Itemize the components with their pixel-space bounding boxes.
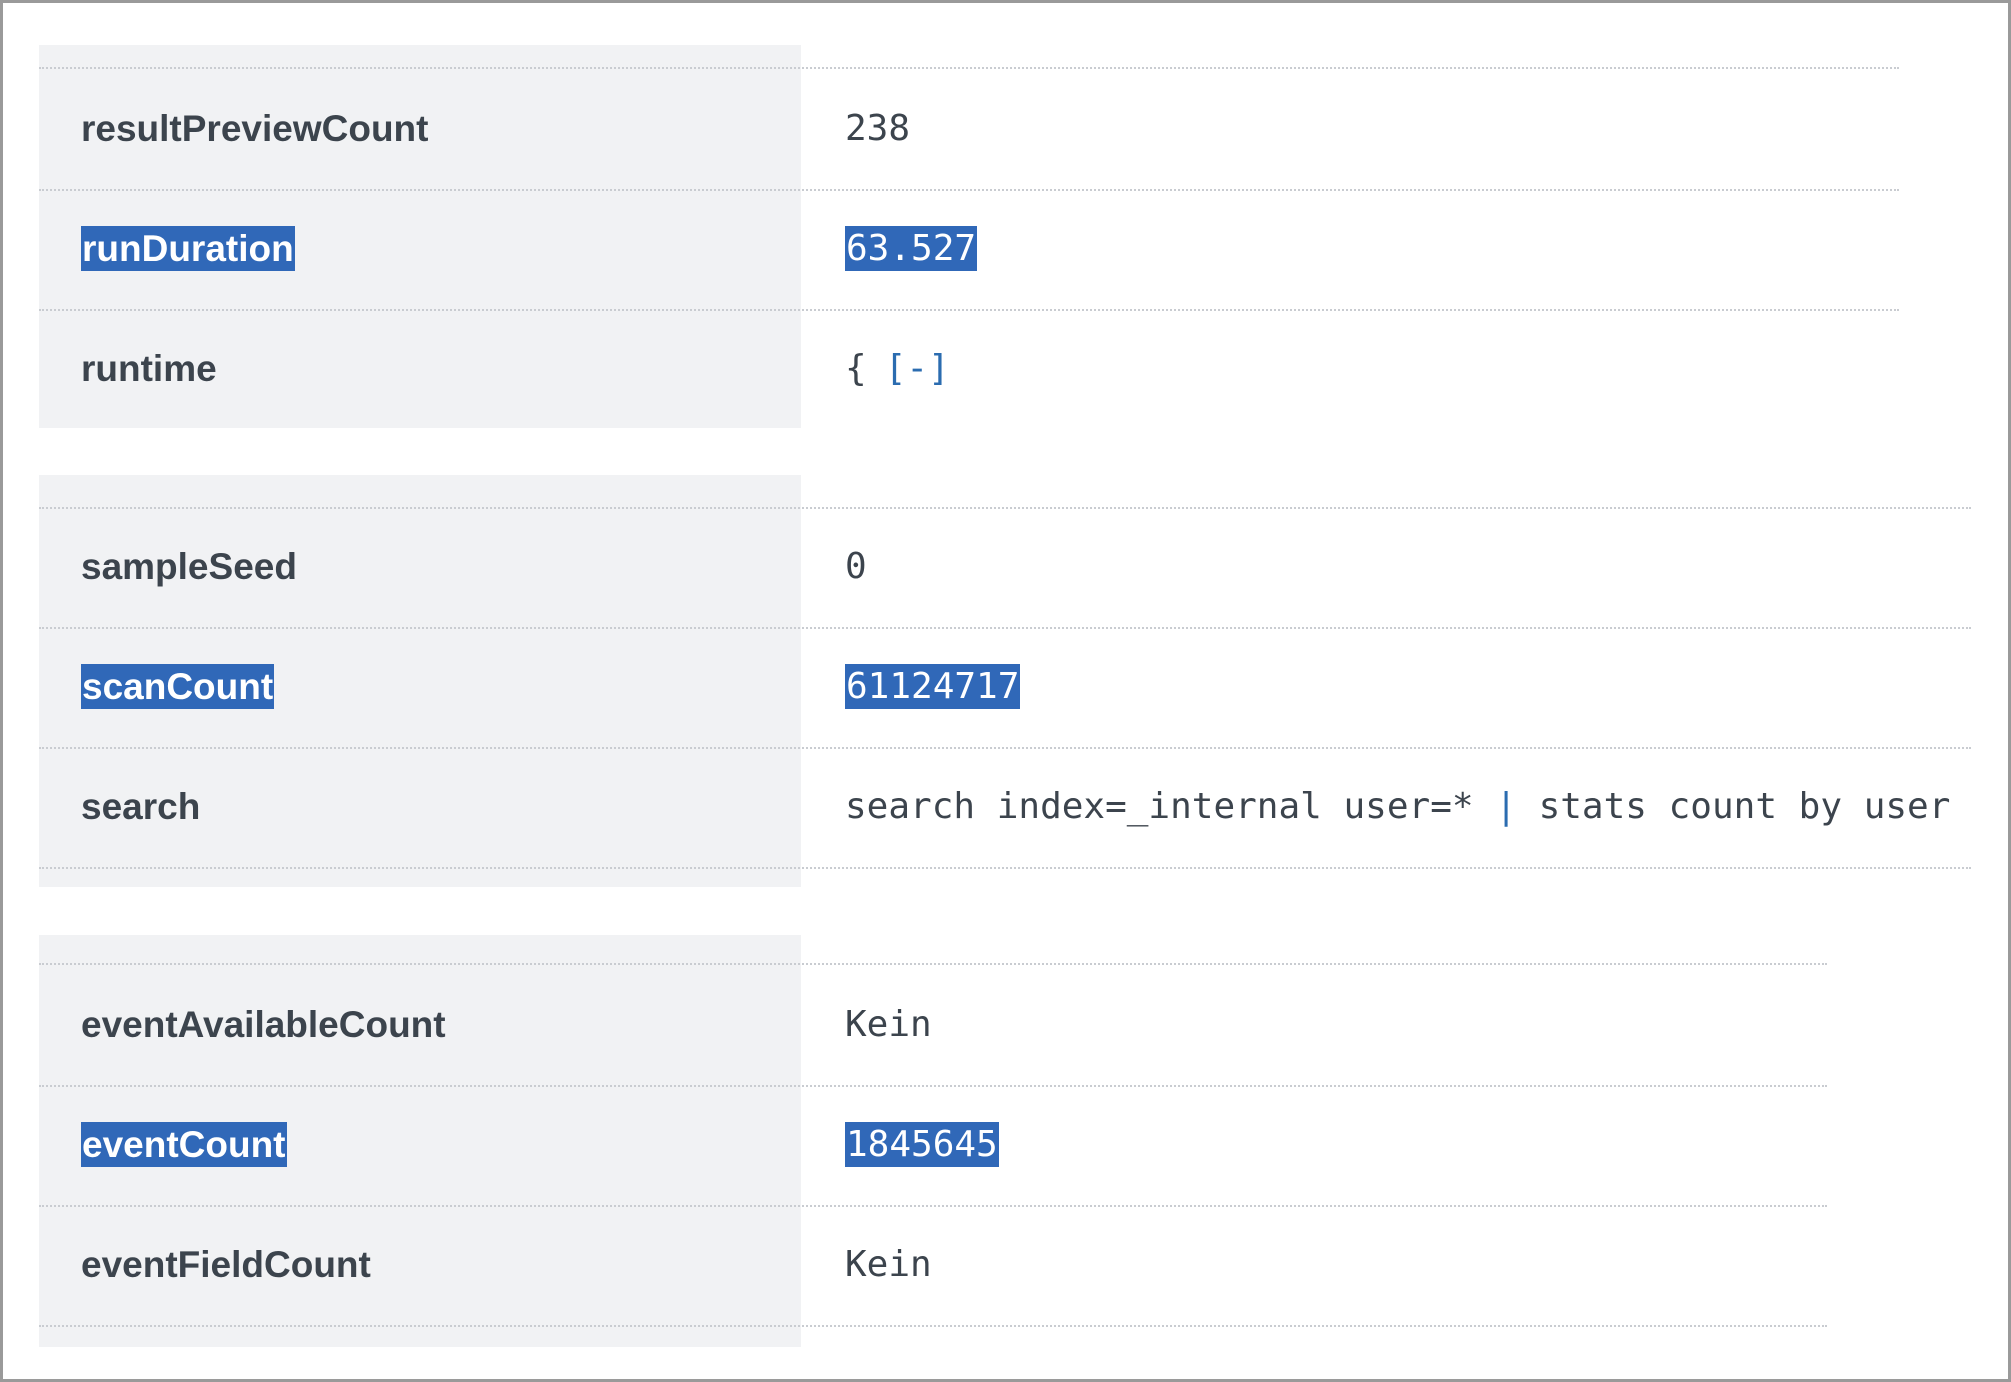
query-pipe: | <box>1495 786 1517 827</box>
property-group-2: sampleSeed 0 scanCount 61124717 search s… <box>39 475 1971 887</box>
row-divider <box>39 867 1971 869</box>
selection-highlight: scanCount <box>81 664 275 709</box>
property-row-sampleSeed: sampleSeed 0 <box>39 507 1971 627</box>
property-key: runDuration <box>81 189 295 309</box>
property-value: 63.527 <box>845 189 978 309</box>
selection-highlight: 1845645 <box>845 1122 999 1167</box>
selection-highlight: 61124717 <box>845 664 1021 709</box>
query-text: stats count by user <box>1516 786 1951 827</box>
property-value: { [-] <box>845 309 950 429</box>
search-query-value: search index=_internal user=* | stats co… <box>845 747 1950 867</box>
property-row-eventFieldCount: eventFieldCount Kein <box>39 1205 1827 1325</box>
selection-highlight: runDuration <box>81 226 295 271</box>
property-row-eventCount: eventCount 1845645 <box>39 1085 1827 1205</box>
property-value: 0 <box>845 546 867 587</box>
property-key: sampleSeed <box>81 546 297 587</box>
property-key: scanCount <box>81 627 275 747</box>
object-open-brace: { <box>845 348 867 389</box>
property-row-runtime: runtime { [-] <box>39 309 1899 429</box>
property-key: eventFieldCount <box>81 1244 371 1285</box>
query-text: search index=_internal user=* <box>845 786 1496 827</box>
row-divider <box>39 1325 1827 1327</box>
property-value: Kein <box>845 1244 932 1285</box>
property-row-search: search search index=_internal user=* | s… <box>39 747 1971 867</box>
property-row-resultPreviewCount: resultPreviewCount 238 <box>39 69 1899 189</box>
property-key: search <box>81 786 201 827</box>
property-group-1: resultPreviewCount 238 runDuration 63.52… <box>39 45 1899 428</box>
property-row-runDuration: runDuration 63.527 <box>39 189 1899 309</box>
property-value: 238 <box>845 108 911 149</box>
property-row-eventAvailableCount: eventAvailableCount Kein <box>39 965 1827 1085</box>
property-group-3: eventAvailableCount Kein eventCount 1845… <box>39 935 1827 1347</box>
property-row-scanCount: scanCount 61124717 <box>39 627 1971 747</box>
property-key: eventAvailableCount <box>81 1004 446 1045</box>
selection-highlight: eventCount <box>81 1122 287 1167</box>
property-value: Kein <box>845 1004 932 1045</box>
collapse-toggle[interactable]: [-] <box>885 348 950 389</box>
job-inspector-panel: resultPreviewCount 238 runDuration 63.52… <box>0 0 2011 1382</box>
property-value: 1845645 <box>845 1085 999 1205</box>
property-value: 61124717 <box>845 627 1021 747</box>
property-key: eventCount <box>81 1085 287 1205</box>
property-key: resultPreviewCount <box>81 108 429 149</box>
property-key: runtime <box>81 348 217 389</box>
selection-highlight: 63.527 <box>845 226 978 271</box>
